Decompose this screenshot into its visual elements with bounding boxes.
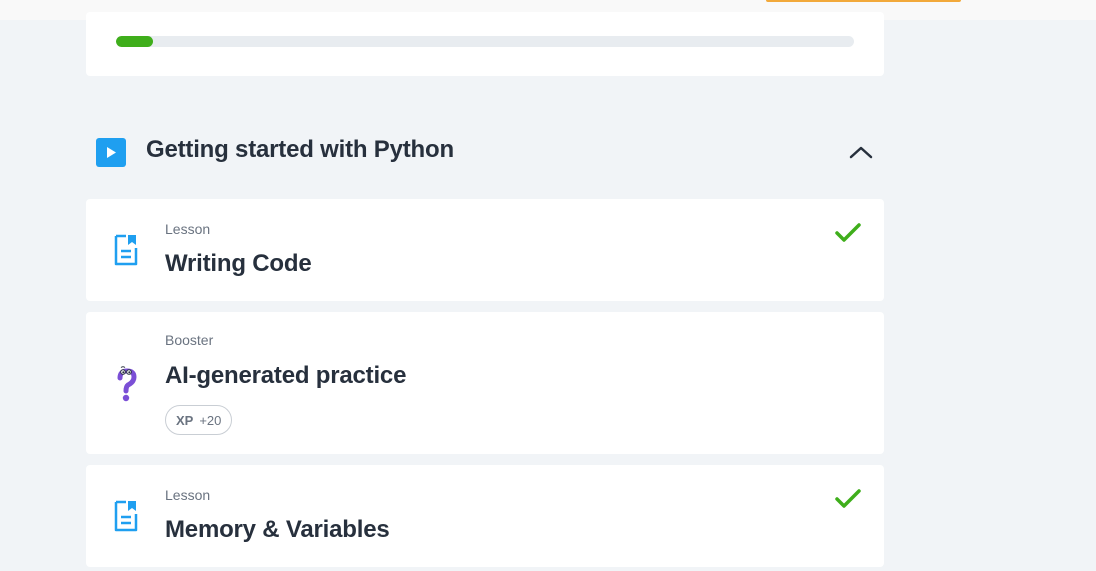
question-mascot-icon: [112, 364, 140, 409]
list-item-writing-code[interactable]: Lesson Writing Code: [86, 199, 884, 301]
item-title: AI-generated practice: [165, 362, 407, 389]
progress-track: [116, 36, 854, 47]
progress-card: [86, 12, 884, 76]
xp-value: +20: [199, 412, 222, 428]
list-item-memory-variables[interactable]: Lesson Memory & Variables: [86, 465, 884, 567]
item-title: Memory & Variables: [165, 516, 390, 543]
chevron-up-icon[interactable]: [846, 140, 876, 164]
top-bar-accent[interactable]: [766, 0, 961, 2]
check-icon: [834, 221, 862, 250]
section-title: Getting started with Python: [146, 136, 454, 163]
check-icon: [834, 487, 862, 516]
lesson-icon: [112, 234, 140, 271]
section-header[interactable]: Getting started with Python: [86, 126, 884, 178]
item-type-label: Booster: [165, 332, 214, 348]
item-type-label: Lesson: [165, 221, 211, 237]
progress-fill: [116, 36, 153, 47]
item-title: Writing Code: [165, 250, 312, 277]
xp-badge: XP +20: [165, 405, 233, 435]
item-type-label: Lesson: [165, 487, 211, 503]
list-item-ai-practice[interactable]: Booster AI-generated practice XP +20: [86, 312, 884, 454]
play-icon: [96, 138, 126, 167]
xp-label: XP: [176, 412, 194, 428]
lesson-icon: [112, 500, 140, 537]
